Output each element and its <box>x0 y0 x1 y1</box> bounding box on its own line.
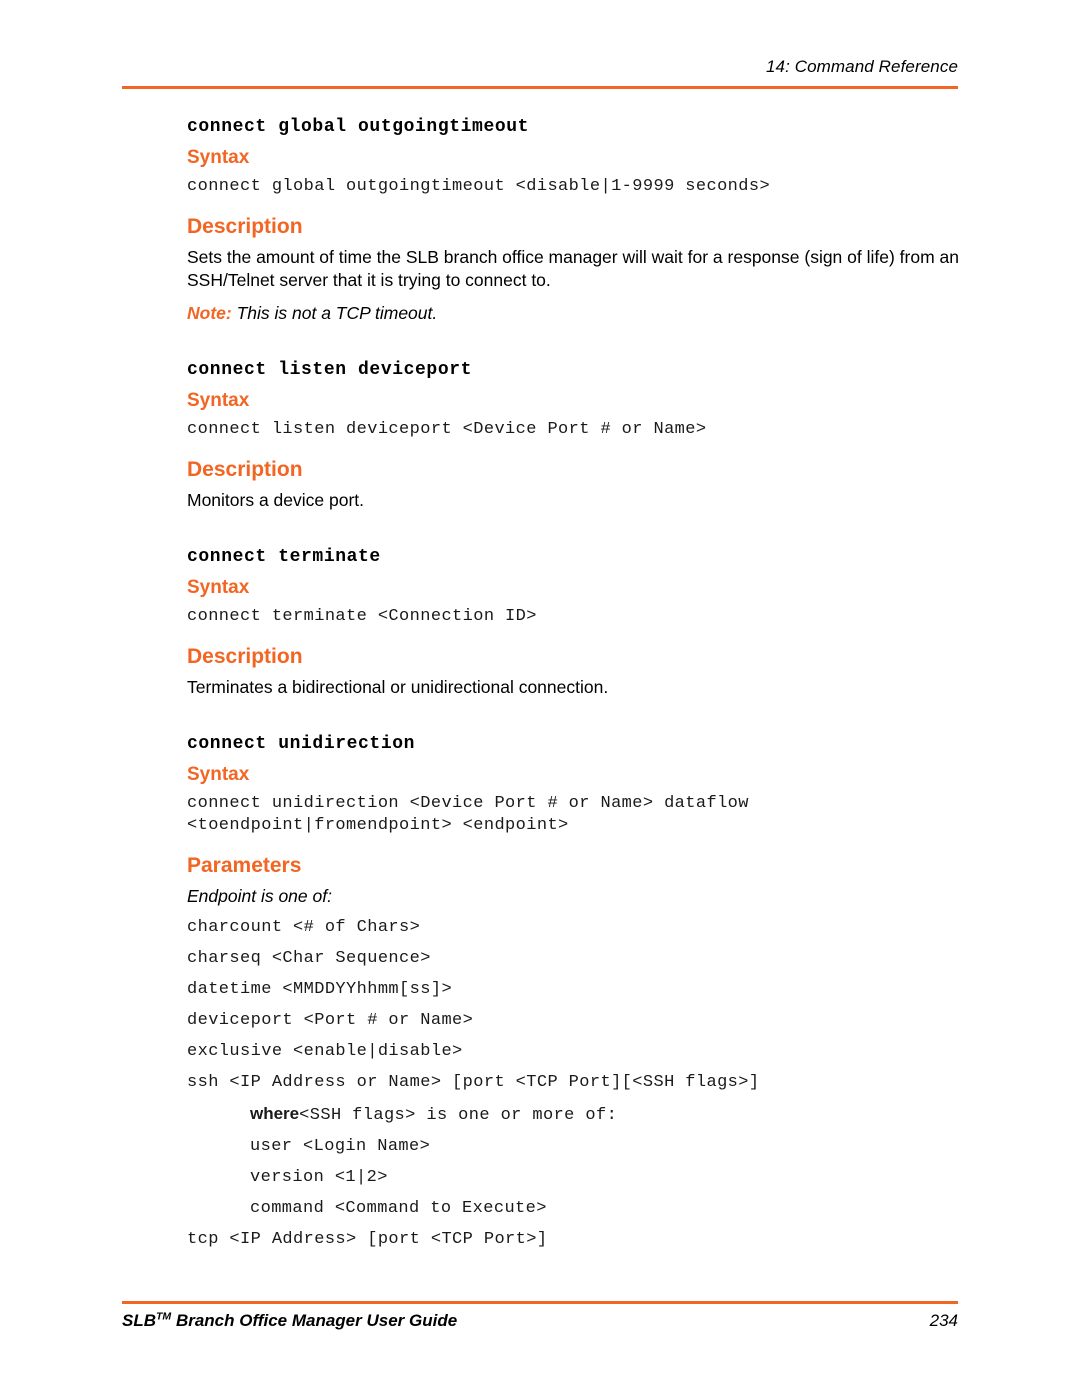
description-paragraph: Sets the amount of time the SLB branch o… <box>187 247 959 290</box>
heading-syntax: Syntax <box>187 764 250 785</box>
parameter-item: datetime <MMDDYYhhmm[ss]> <box>187 980 453 999</box>
guide-title-rest: Branch Office Manager User Guide <box>171 1311 458 1330</box>
heading-syntax: Syntax <box>187 147 250 168</box>
chapter-label: 14: Command Reference <box>765 57 958 76</box>
syntax-line: connect unidirection <Device Port # or N… <box>187 794 749 813</box>
heading-syntax: Syntax <box>187 577 250 598</box>
command-title: connect unidirection <box>187 734 416 754</box>
ssh-flags-where-line: where<SSH flags> is one or more of: <box>187 1103 977 1127</box>
trademark-mark: TM <box>156 1310 172 1323</box>
where-keyword: where <box>250 1104 300 1123</box>
ssh-flag-item: version <1|2> <box>250 1168 388 1187</box>
command-section-connect-global-outgoingtimeout: connect global outgoingtimeout Syntax co… <box>187 116 977 325</box>
note-label: Note: <box>187 303 232 323</box>
parameter-item: exclusive <enable|disable> <box>187 1042 463 1061</box>
page-header: 14: Command Reference <box>122 56 958 78</box>
parameter-item: deviceport <Port # or Name> <box>187 1011 474 1030</box>
footer-rule <box>122 1301 958 1304</box>
heading-description: Description <box>187 458 303 481</box>
page-footer: SLBTM Branch Office Manager User Guide 2… <box>122 1310 958 1332</box>
ssh-flag-item: user <Login Name> <box>250 1137 431 1156</box>
command-title: connect terminate <box>187 547 381 567</box>
description-paragraph: Monitors a device port. <box>187 490 365 510</box>
command-title: connect global outgoingtimeout <box>187 117 530 137</box>
page-content: connect global outgoingtimeout Syntax co… <box>187 116 977 1251</box>
syntax-line: connect terminate <Connection ID> <box>187 607 537 626</box>
description-paragraph: Terminates a bidirectional or unidirecti… <box>187 677 609 697</box>
where-rest: <SSH flags> is one or more of: <box>299 1106 618 1125</box>
parameter-item: charseq <Char Sequence> <box>187 949 431 968</box>
syntax-line: <toendpoint|fromendpoint> <endpoint> <box>187 816 569 835</box>
parameter-item: ssh <IP Address or Name> [port <TCP Port… <box>187 1073 760 1092</box>
heading-description: Description <box>187 645 303 668</box>
guide-title: SLBTM Branch Office Manager User Guide <box>122 1310 457 1332</box>
command-section-connect-unidirection: connect unidirection Syntax connect unid… <box>187 733 977 1251</box>
parameter-item: tcp <IP Address> [port <TCP Port>] <box>187 1230 548 1249</box>
heading-description: Description <box>187 215 303 238</box>
header-rule <box>122 86 958 89</box>
page-number: 234 <box>929 1311 958 1330</box>
heading-parameters: Parameters <box>187 854 302 877</box>
heading-syntax: Syntax <box>187 390 250 411</box>
command-title: connect listen deviceport <box>187 360 473 380</box>
note-text: This is not a TCP timeout. <box>231 303 438 323</box>
syntax-line: connect listen deviceport <Device Port #… <box>187 420 707 439</box>
ssh-flag-item: command <Command to Execute> <box>250 1199 547 1218</box>
command-section-connect-terminate: connect terminate Syntax connect termina… <box>187 546 977 699</box>
syntax-line: connect global outgoingtimeout <disable|… <box>187 177 771 196</box>
document-page: 14: Command Reference connect global out… <box>0 0 1080 1397</box>
parameters-intro: Endpoint is one of: <box>187 886 332 906</box>
command-section-connect-listen-deviceport: connect listen deviceport Syntax connect… <box>187 359 977 512</box>
guide-title-prefix: SLB <box>122 1311 156 1330</box>
note-line: Note: This is not a TCP timeout. <box>187 302 977 325</box>
parameter-item: charcount <# of Chars> <box>187 918 421 937</box>
